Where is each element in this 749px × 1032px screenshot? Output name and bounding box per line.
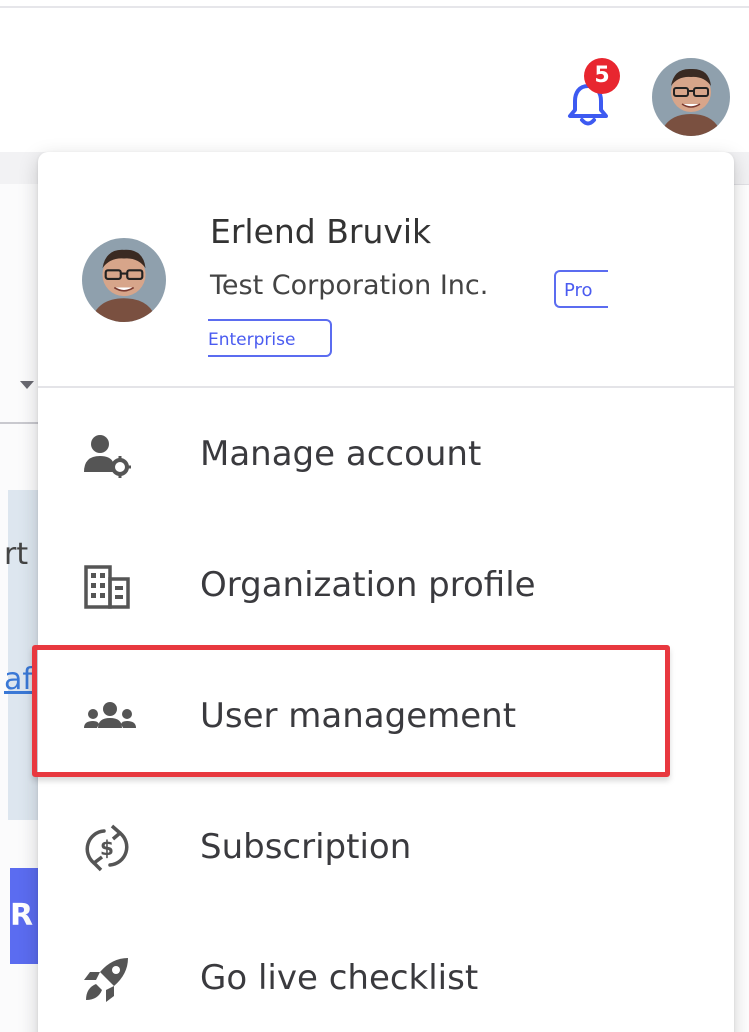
menu-item-label: Go live checklist: [200, 958, 479, 998]
menu-item-organization-profile[interactable]: Organization profile: [38, 531, 734, 641]
background-button[interactable]: R: [10, 868, 40, 964]
rocket-icon: [82, 954, 132, 1004]
user-gear-icon: [82, 430, 132, 480]
menu-item-label: Organization profile: [200, 565, 536, 605]
avatar: [652, 58, 730, 136]
profile-company: Test Corporation Inc.: [210, 270, 489, 301]
plan-badge: Pro: [554, 270, 608, 308]
dollar-cycle-icon: $: [82, 823, 132, 873]
notification-count-badge: 5: [584, 58, 620, 94]
background-link[interactable]: af: [4, 665, 33, 695]
menu-item-label: Manage account: [200, 434, 482, 474]
svg-text:$: $: [100, 836, 114, 860]
menu-item-subscription[interactable]: $ Subscription: [38, 793, 734, 903]
page: rt af R 5 Erlend Bruvik Test Corporation…: [0, 0, 749, 1032]
select-chevron-icon[interactable]: [20, 381, 34, 389]
menu-item-manage-account[interactable]: Manage account: [38, 400, 734, 510]
user-avatar-button[interactable]: [652, 58, 730, 136]
menu-item-label: Subscription: [200, 827, 412, 867]
menu-item-go-live-checklist[interactable]: Go live checklist: [38, 924, 734, 1032]
building-icon: [82, 561, 132, 611]
account-dropdown-menu: Erlend Bruvik Test Corporation Inc. Pro …: [38, 152, 734, 1032]
users-icon: [82, 692, 136, 742]
header-divider: [0, 6, 749, 8]
select-underline: [0, 422, 40, 424]
menu-item-user-management[interactable]: User management: [38, 662, 734, 772]
menu-divider: [38, 386, 734, 388]
avatar: [82, 238, 166, 322]
background-button-label: R: [10, 898, 34, 933]
plan-badge-continued: Enterprise: [208, 319, 332, 357]
background-text: rt: [4, 537, 29, 572]
profile-avatar: [82, 238, 166, 322]
profile-name: Erlend Bruvik: [210, 212, 432, 251]
menu-item-label: User management: [200, 696, 517, 736]
